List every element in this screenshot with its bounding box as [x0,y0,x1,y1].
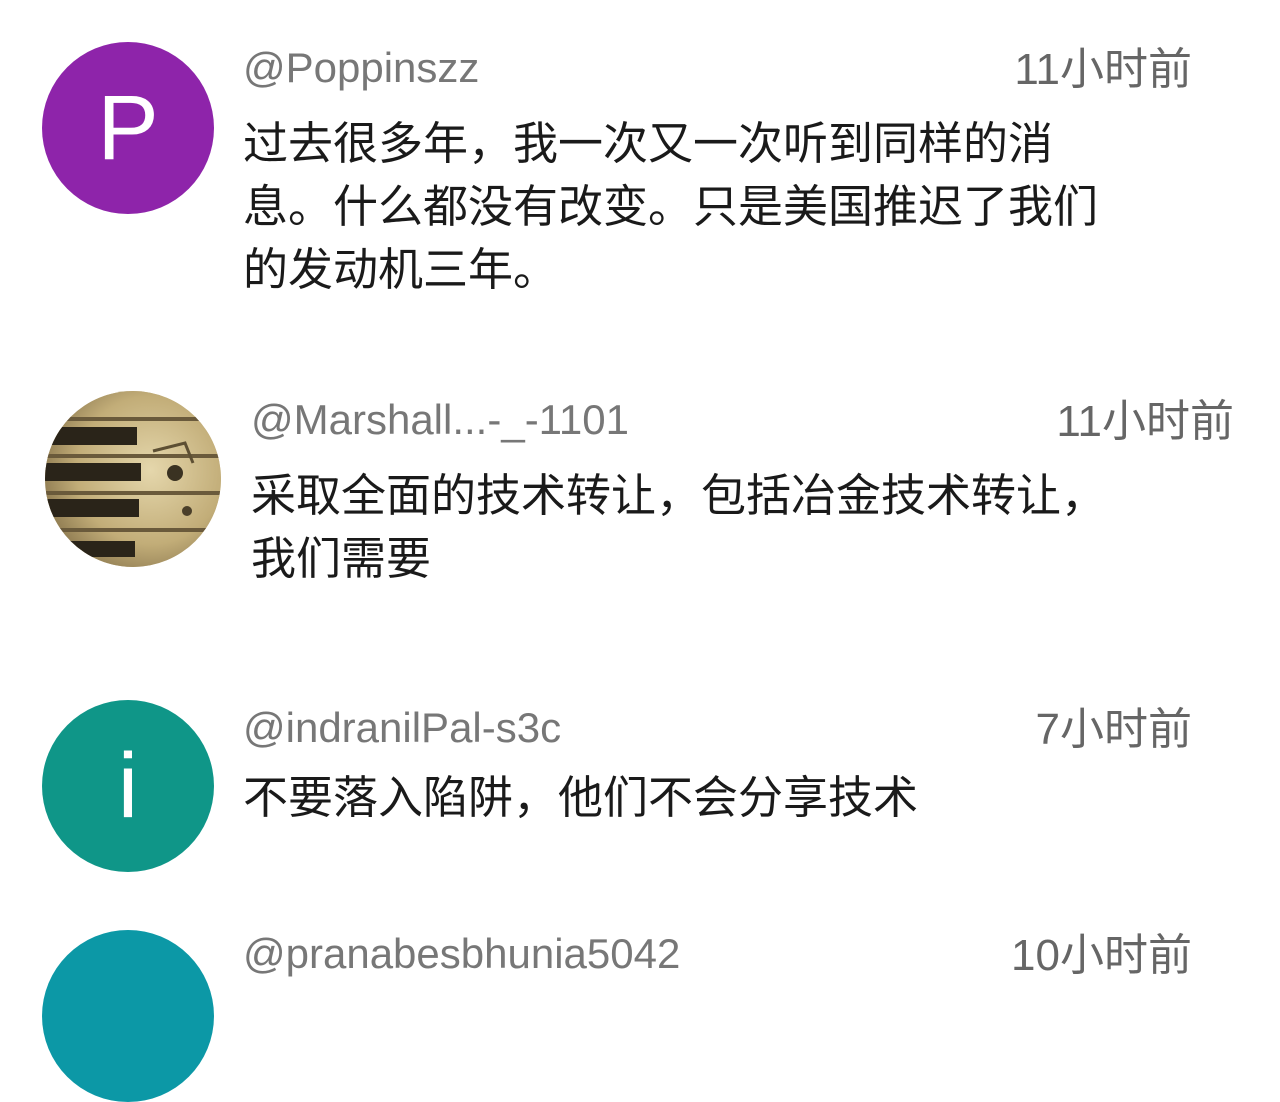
comment-author[interactable]: @Marshall...-_-1101 [251,394,629,446]
comment-text: 不要落入陷阱，他们不会分享技术 [243,771,919,824]
comment-timestamp: 7小时前 [1035,705,1192,754]
avatar-letter: i [117,735,139,837]
comment-author[interactable]: @indranilPal-s3c [243,702,561,754]
avatar[interactable] [42,930,214,1102]
comment-author[interactable]: @Poppinszz [243,42,479,94]
piano-keys-avatar-image [45,391,221,567]
comment-item: i @indranilPal-s3c 7小时前 不要落入陷阱，他们不会分享技术 [0,690,1280,920]
avatar[interactable]: P [42,42,214,214]
avatar[interactable]: i [42,700,214,872]
comment-timestamp: 10小时前 [1011,931,1192,980]
comment-item: @Marshall...-_-1101 11小时前 采取全面的技术转让，包括冶金… [0,330,1280,690]
comment-author[interactable]: @pranabesbhunia5042 [243,928,680,980]
comment-timestamp: 11小时前 [1056,397,1234,446]
avatar-letter: P [97,77,159,179]
comment-text: 采取全面的技术转让，包括冶金技术转让， 我们需要 [251,469,1107,585]
comment-item: P @Poppinszz 11小时前 过去很多年，我一次又一次听到同样的消 息。… [0,0,1280,330]
avatar[interactable] [45,391,221,567]
comment-timestamp: 11小时前 [1014,45,1192,94]
comment-text: 过去很多年，我一次又一次听到同样的消 息。什么都没有改变。只是美国推迟了我们 的… [243,117,1099,296]
comment-item: @pranabesbhunia5042 10小时前 [0,920,1280,1102]
